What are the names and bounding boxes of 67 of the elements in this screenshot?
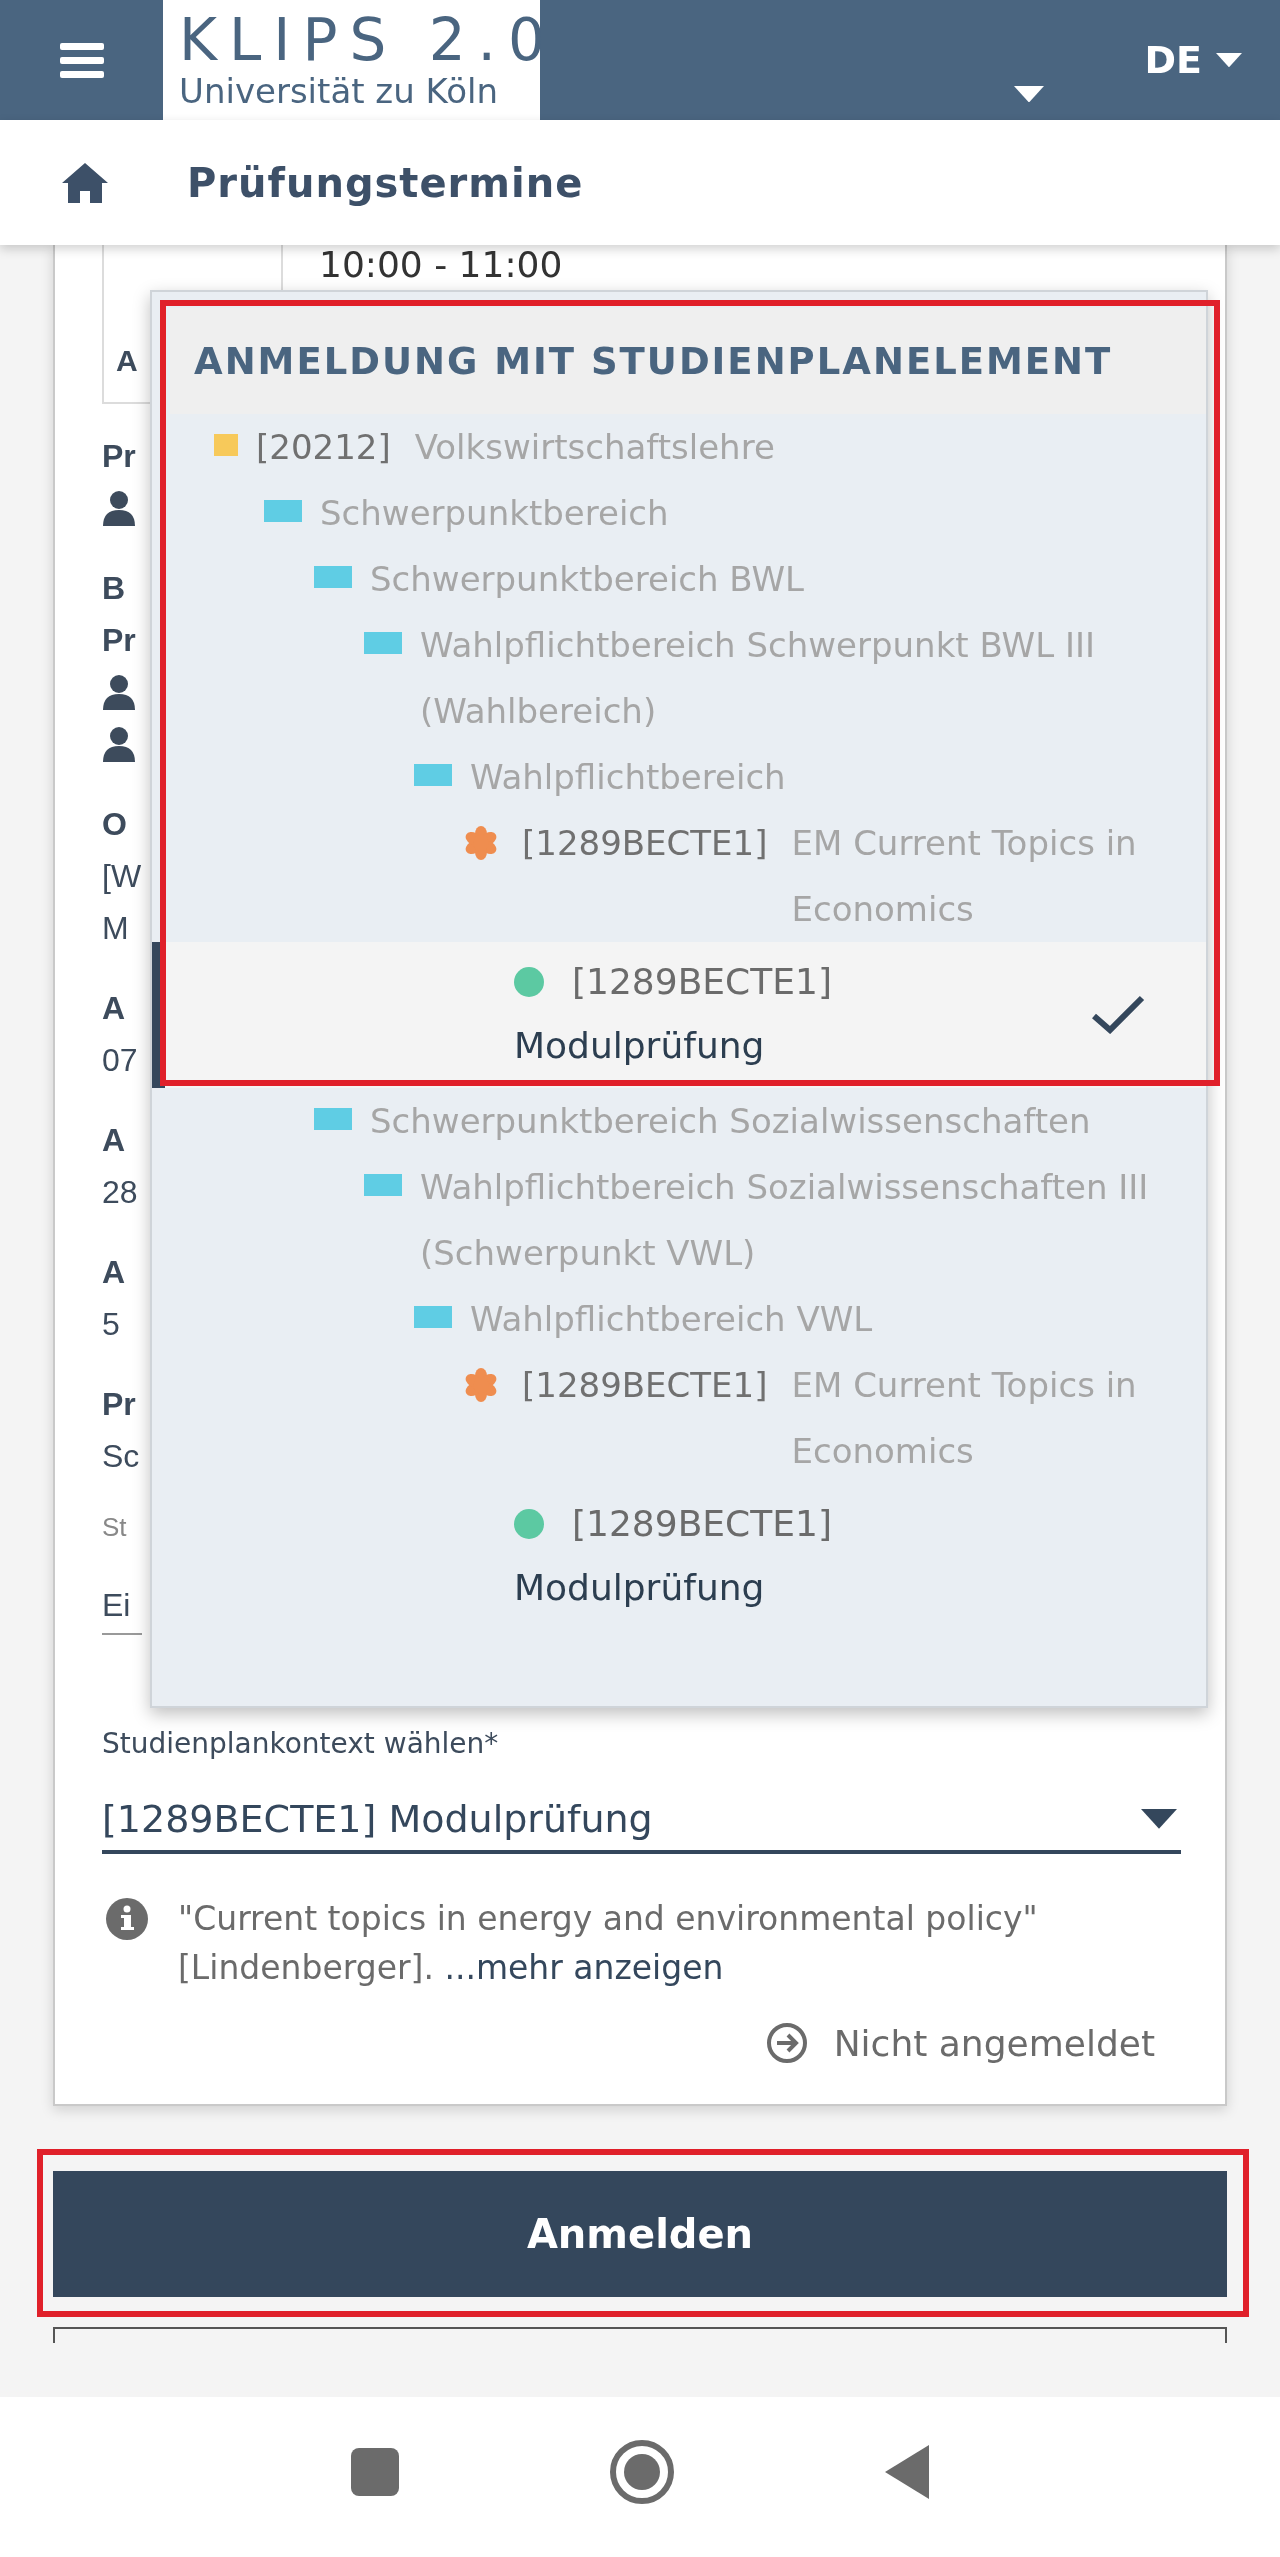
- field-label: O: [102, 805, 127, 843]
- caret-icon: [1014, 85, 1045, 102]
- element-name[interactable]: Schwerpunktbereich BWL: [370, 546, 1186, 612]
- date-text: A: [116, 344, 138, 378]
- element-name[interactable]: Volkswirtschaftslehre: [414, 414, 1186, 480]
- element-name[interactable]: EM Current Topics in Economics: [791, 1352, 1186, 1484]
- recents-button[interactable]: [351, 2448, 399, 2496]
- exam-code: [1289BECTE1]: [572, 1502, 832, 1546]
- check-icon: [1090, 994, 1146, 1034]
- field-value: 5: [102, 1305, 120, 1343]
- caret-icon: [1216, 52, 1242, 68]
- element-name[interactable]: Schwerpunktbereich Sozialwissenschaften: [370, 1088, 1186, 1154]
- exam-option[interactable]: [1289BECTE1] Modulprüfung: [152, 942, 1206, 1088]
- person-icon: [102, 490, 136, 526]
- element-name[interactable]: Wahlpflichtbereich Sozialwissenschaften III (Schwerpunkt VWL): [420, 1154, 1186, 1286]
- element-code: [1289BECTE1]: [522, 822, 768, 865]
- element-code: [1289BECTE1]: [522, 1364, 768, 1407]
- show-more-link[interactable]: ...mehr anzeigen: [444, 1948, 724, 1987]
- exam-name: Modulprüfung: [514, 1566, 766, 1610]
- field-value: Sc: [102, 1437, 140, 1475]
- circle-icon: [609, 2439, 675, 2505]
- field-value: 07: [102, 1041, 138, 1079]
- person-icon: [102, 674, 136, 710]
- element-name[interactable]: Schwerpunktbereich: [320, 480, 1186, 546]
- select-label: Studienplankontext wählen*: [102, 1728, 500, 1760]
- field-hint: St: [102, 1511, 127, 1543]
- logo-title: KLIPS 2.0: [179, 9, 540, 71]
- field-label: A: [102, 1121, 126, 1159]
- logo-subtitle: Universität zu Köln: [179, 71, 499, 111]
- registration-status: Nicht angemeldet: [833, 2022, 1155, 2064]
- menu-icon: [59, 41, 104, 79]
- element-name[interactable]: Wahlpflichtbereich: [470, 744, 1186, 810]
- description-text: "Current topics in energy and environmental policy" [Lindenberger]. ...mehr anzeigen: [178, 1898, 1039, 1989]
- exam-option[interactable]: [1289BECTE1] Modulprüfung: [152, 1484, 1206, 1630]
- arrow-circle-icon: [765, 2022, 808, 2064]
- field-label: A: [102, 989, 126, 1027]
- register-button[interactable]: Anmelden: [53, 2171, 1227, 2297]
- element-name[interactable]: Wahlpflichtbereich Schwerpunkt BWL III (Wahlbereich): [420, 612, 1186, 744]
- language-button[interactable]: DE: [1144, 38, 1242, 82]
- field-label: B: [102, 569, 126, 607]
- page-title: Prüfungstermine: [187, 159, 584, 206]
- home-button[interactable]: [609, 2439, 675, 2505]
- square-icon: [351, 2448, 399, 2496]
- field-label: A: [102, 1253, 126, 1291]
- logo[interactable]: KLIPS 2.0 Universität zu Köln: [163, 0, 540, 120]
- info-icon: [106, 1898, 148, 1940]
- dropdown-title: ANMELDUNG MIT STUDIENPLANELEMENT: [194, 339, 1113, 383]
- account-dropdown[interactable]: [1014, 85, 1045, 102]
- home-icon[interactable]: [60, 160, 110, 205]
- exam-name: Modulprüfung: [514, 1024, 766, 1068]
- exam-code: [1289BECTE1]: [572, 960, 832, 1004]
- person-icon: [102, 726, 136, 762]
- field-value: M: [102, 909, 129, 947]
- element-code: [20212]: [256, 426, 391, 469]
- field-label: Pr: [102, 621, 136, 659]
- caret-icon: [1141, 1809, 1177, 1829]
- element-name[interactable]: Wahlpflichtbereich VWL: [470, 1286, 1186, 1352]
- time-text: 10:00 - 11:00: [319, 246, 563, 284]
- input-field[interactable]: Ei: [102, 1577, 142, 1635]
- triangle-icon: [885, 2445, 929, 2499]
- element-name[interactable]: EM Current Topics in Economics: [791, 810, 1186, 942]
- field-value: 28: [102, 1173, 138, 1211]
- back-button[interactable]: [885, 2445, 929, 2499]
- field-value: [W: [102, 857, 142, 895]
- field-label: Pr: [102, 1385, 136, 1423]
- plan-context-select[interactable]: [1289BECTE1] Modulprüfung: [102, 1788, 1181, 1854]
- field-label: Pr: [102, 437, 136, 475]
